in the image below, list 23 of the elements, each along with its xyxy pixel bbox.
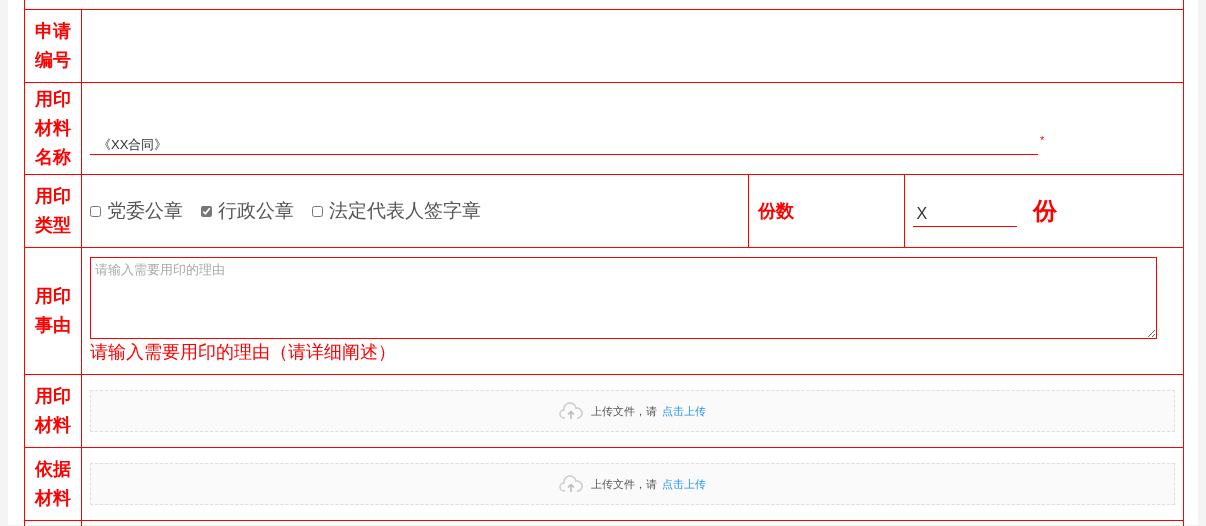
field-label: 用印类型	[34, 185, 72, 237]
checkbox[interactable]	[201, 206, 212, 218]
field-label: 用印事由	[34, 285, 72, 337]
field-label: 申请编号	[34, 20, 72, 72]
checkbox[interactable]	[312, 206, 323, 218]
upload-area[interactable]: 上传文件，请 点击上传	[90, 463, 1175, 505]
upload-text: 上传文件，请	[591, 476, 657, 492]
unit-label: 份	[1032, 197, 1057, 224]
upload-text: 上传文件，请	[591, 403, 657, 419]
checkbox-label[interactable]: 法定代表人签字章	[329, 199, 481, 221]
checkbox-label[interactable]: 党委公章	[107, 199, 183, 221]
required-mark: *	[1040, 133, 1045, 146]
upload-area[interactable]: 上传文件，请 点击上传	[90, 390, 1175, 432]
cloud-upload-icon	[559, 475, 583, 493]
reason-field[interactable]: 请输入需要用印的理由	[90, 257, 1157, 339]
field-label: 用印材料名称	[34, 88, 72, 169]
field-label: 用印材料	[34, 385, 72, 437]
hint-text: 请输入需要用印的理由（请详细阐述）	[90, 341, 397, 364]
copies-label: 份数	[756, 200, 794, 221]
field-label: 依据材料	[34, 458, 72, 510]
checkbox-label[interactable]: 行政公章	[218, 199, 294, 221]
cloud-upload-icon	[559, 402, 583, 420]
checkbox[interactable]	[90, 206, 101, 218]
